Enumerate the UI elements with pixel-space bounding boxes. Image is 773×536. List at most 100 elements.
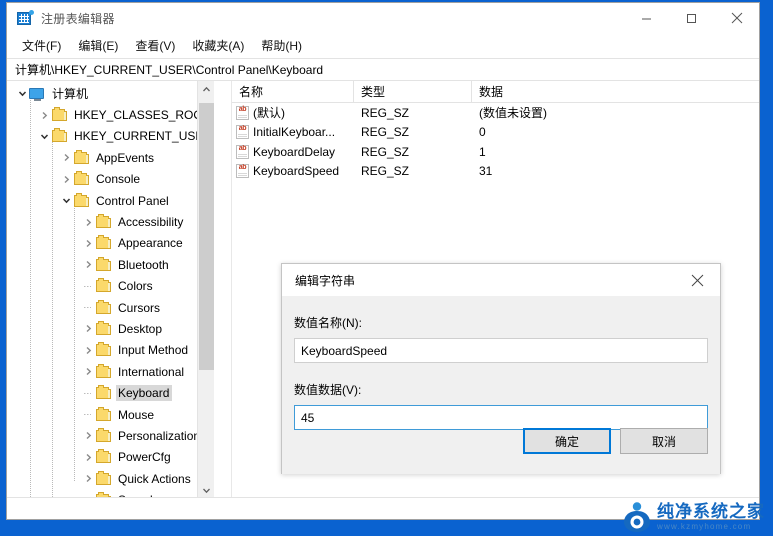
dialog-buttons: 确定 取消: [523, 428, 708, 454]
registry-editor-icon: [17, 10, 34, 26]
chevron-right-icon[interactable]: [81, 324, 95, 333]
value-row[interactable]: ab KeyboardSpeed REG_SZ 31: [232, 162, 759, 182]
column-header-data[interactable]: 数据: [472, 81, 752, 102]
chevron-right-icon[interactable]: [81, 474, 95, 483]
menu-favorites[interactable]: 收藏夹(A): [186, 34, 251, 57]
chevron-right-icon[interactable]: [81, 453, 95, 462]
tree-item-label: Input Method: [118, 343, 189, 358]
folder-icon: [95, 299, 111, 315]
tree-item-label: Bluetooth: [118, 257, 169, 272]
folder-icon: [73, 149, 89, 165]
tree-item-hkey-classes-root[interactable]: HKEY_CLASSES_ROOT: [7, 104, 214, 125]
tree-item-appevents[interactable]: AppEvents: [7, 147, 214, 168]
folder-icon: [95, 256, 111, 272]
tree-leaf-marker: [81, 389, 95, 398]
value-name-input[interactable]: KeyboardSpeed: [294, 338, 708, 363]
dialog-close-icon[interactable]: [675, 264, 720, 296]
chevron-right-icon[interactable]: [81, 260, 95, 269]
values-column-headers: 名称 类型 数据: [232, 81, 759, 103]
window-titlebar[interactable]: 注册表编辑器: [7, 3, 759, 33]
tree-item-label: Colors: [118, 279, 153, 294]
chevron-right-icon[interactable]: [81, 367, 95, 376]
tree-item-accessibility[interactable]: Accessibility: [7, 211, 214, 232]
value-row[interactable]: ab (默认) REG_SZ (数值未设置): [232, 103, 759, 123]
tree-item-appearance[interactable]: Appearance: [7, 233, 214, 254]
value-type-cell: REG_SZ: [361, 105, 410, 120]
tree-item-label: Quick Actions: [118, 471, 191, 486]
tree-item-personalization[interactable]: Personalization: [7, 425, 214, 446]
registry-tree-viewport: 计算机 HKEY_CLASSES_ROOT HKEY_CURRENT_USER App…: [7, 81, 214, 499]
tree-item-input-method[interactable]: Input Method: [7, 340, 214, 361]
maximize-button[interactable]: [669, 3, 714, 33]
tree-item-mouse[interactable]: Mouse: [7, 404, 214, 425]
values-list: ab (默认) REG_SZ (数值未设置) ab InitialKeyboar... RE…: [232, 103, 759, 181]
address-bar[interactable]: 计算机\HKEY_CURRENT_USER\Control Panel\Keyb…: [7, 58, 759, 81]
tree-leaf-marker: [81, 282, 95, 291]
tree-item-cursors[interactable]: Cursors: [7, 297, 214, 318]
cancel-button[interactable]: 取消: [620, 428, 708, 454]
tree-vertical-scrollbar[interactable]: [197, 81, 214, 499]
minimize-button[interactable]: [624, 3, 669, 33]
column-header-type[interactable]: 类型: [354, 81, 472, 102]
menu-help[interactable]: 帮助(H): [255, 34, 309, 57]
column-header-name[interactable]: 名称: [232, 81, 354, 102]
tree-item-hkey-current-user[interactable]: HKEY_CURRENT_USER: [7, 126, 214, 147]
ok-button[interactable]: 确定: [523, 428, 611, 454]
tree-item-desktop[interactable]: Desktop: [7, 318, 214, 339]
tree-item-label: Personalization: [118, 428, 201, 443]
tree-item-quick-actions[interactable]: Quick Actions: [7, 468, 214, 489]
scroll-up-arrow[interactable]: [198, 81, 215, 98]
chevron-down-icon[interactable]: [37, 132, 51, 141]
dialog-body: 数值名称(N): KeyboardSpeed 数值数据(V): 45 确定 取消: [282, 296, 720, 474]
value-name-cell: ab (默认): [232, 104, 354, 121]
string-value-icon: ab: [236, 105, 249, 120]
tree-item-label: Cursors: [118, 300, 161, 315]
tree-leaf-marker: [81, 303, 95, 312]
value-data-cell: 1: [479, 144, 486, 159]
tree-item-label: Mouse: [118, 407, 155, 422]
menu-edit[interactable]: 编辑(E): [72, 34, 125, 57]
folder-icon: [51, 107, 67, 122]
close-button[interactable]: [714, 3, 759, 33]
tree-scrollbar-thumb[interactable]: [199, 103, 214, 370]
tree-item-colors[interactable]: Colors: [7, 276, 214, 297]
value-name-text: KeyboardSpeed: [253, 164, 340, 179]
tree-item-bluetooth[interactable]: Bluetooth: [7, 254, 214, 275]
tree-item-label: Desktop: [118, 321, 163, 336]
folder-icon: [51, 128, 67, 143]
value-data-cell: 31: [479, 164, 493, 179]
tree-item-international[interactable]: International: [7, 361, 214, 382]
chevron-right-icon[interactable]: [81, 218, 95, 227]
chevron-right-icon[interactable]: [81, 431, 95, 440]
folder-icon: [95, 449, 111, 464]
folder-icon: [95, 385, 111, 400]
tree-item-keyboard[interactable]: Keyboard: [7, 382, 214, 403]
tree-item-[interactable]: 计算机: [7, 83, 214, 104]
chevron-down-icon[interactable]: [59, 196, 73, 205]
value-data-cell: (数值未设置): [479, 106, 547, 121]
tree-item-label: International: [118, 364, 185, 379]
chevron-down-icon[interactable]: [15, 89, 29, 98]
chevron-right-icon[interactable]: [59, 175, 73, 184]
value-row[interactable]: ab InitialKeyboar... REG_SZ 0: [232, 123, 759, 143]
value-data-input[interactable]: 45: [294, 405, 708, 430]
folder-icon: [95, 406, 111, 422]
chevron-right-icon[interactable]: [37, 111, 51, 120]
folder-icon: [73, 192, 89, 208]
value-name-cell: ab KeyboardDelay: [232, 144, 354, 159]
tree-item-console[interactable]: Console: [7, 169, 214, 190]
chevron-right-icon[interactable]: [59, 153, 73, 162]
folder-icon: [95, 278, 111, 293]
folder-icon: [95, 235, 111, 250]
chevron-right-icon[interactable]: [81, 346, 95, 355]
tree-item-control-panel[interactable]: Control Panel: [7, 190, 214, 211]
chevron-right-icon[interactable]: [81, 239, 95, 248]
tree-item-powercfg[interactable]: PowerCfg: [7, 447, 214, 468]
value-row[interactable]: ab KeyboardDelay REG_SZ 1: [232, 142, 759, 162]
tree-item-label: Keyboard: [116, 385, 173, 402]
folder-icon: [95, 427, 111, 443]
computer-icon: [29, 87, 45, 101]
menu-view[interactable]: 查看(V): [129, 34, 182, 57]
menu-file[interactable]: 文件(F): [16, 34, 68, 57]
dialog-titlebar[interactable]: 编辑字符串: [282, 264, 720, 296]
